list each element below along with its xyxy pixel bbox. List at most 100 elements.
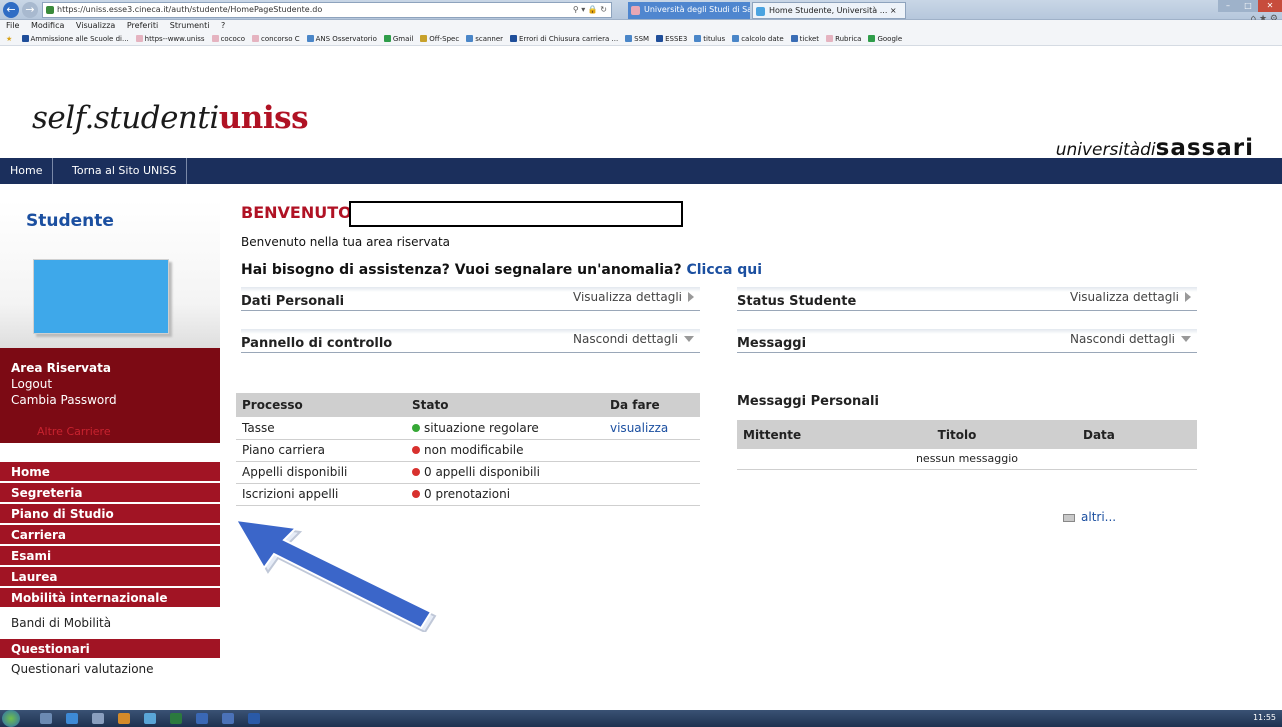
taskbar-app-icon[interactable] xyxy=(144,713,156,724)
favorite-item[interactable]: Off-Spec xyxy=(420,32,460,45)
sidebar-item-questionari-valutazione[interactable]: Questionari valutazione xyxy=(0,660,220,680)
section-title: Pannello di controllo xyxy=(241,336,393,351)
favorite-item[interactable]: concorso C xyxy=(251,32,300,45)
favorite-item[interactable]: https--www.uniss xyxy=(135,32,205,45)
status-studente-toggle[interactable]: Visualizza dettagli xyxy=(1070,290,1191,304)
favorite-icon xyxy=(868,35,876,42)
menu-help[interactable]: ? xyxy=(221,21,225,30)
sidebar-item-home[interactable]: Home xyxy=(0,462,220,483)
taskbar-app-icon[interactable] xyxy=(118,713,130,724)
arrow-down-icon xyxy=(684,336,694,342)
sidebar-item-questionari[interactable]: Questionari xyxy=(0,639,220,660)
menu-file[interactable]: File xyxy=(6,21,19,30)
favorite-item[interactable]: ESSE3 xyxy=(656,32,687,45)
cambia-password-link[interactable]: Cambia Password xyxy=(11,392,220,408)
minimize-icon[interactable]: – xyxy=(1218,0,1238,12)
taskbar-ie-icon[interactable] xyxy=(66,713,78,724)
menu-strumenti[interactable]: Strumenti xyxy=(170,21,210,30)
taskbar-app-icon[interactable] xyxy=(92,713,104,724)
col-titolo: Titolo xyxy=(867,420,1047,449)
menu-visualizza[interactable]: Visualizza xyxy=(76,21,115,30)
favorite-item[interactable]: ANS Osservatorio xyxy=(306,32,377,45)
back-button[interactable]: ← xyxy=(3,2,19,18)
taskbar-app-icon[interactable] xyxy=(196,713,208,724)
sidebar-item-laurea[interactable]: Laurea xyxy=(0,567,220,588)
sidebar-item-mobilita[interactable]: Mobilità internazionale xyxy=(0,588,220,609)
student-photo xyxy=(33,259,169,334)
favorite-label: Rubrica xyxy=(835,35,862,43)
favorite-item[interactable]: calcolo date xyxy=(732,32,784,45)
menu-preferiti[interactable]: Preferiti xyxy=(127,21,158,30)
sidebar-item-bandi[interactable]: Bandi di Mobilità xyxy=(0,609,220,639)
favorites-bar: ★ Ammissione alle Scuole di... https--www… xyxy=(0,32,1282,46)
welcome-subtitle: Benvenuto nella tua area riservata xyxy=(241,235,451,249)
favorite-item[interactable]: Google xyxy=(868,32,902,45)
favorite-icon xyxy=(251,35,259,42)
sidebar-item-carriera[interactable]: Carriera xyxy=(0,525,220,546)
status-red-icon xyxy=(412,468,420,476)
maximize-icon[interactable]: □ xyxy=(1238,0,1258,12)
favorite-item[interactable]: Errori di Chiusura carriera ... xyxy=(510,32,619,45)
forward-button[interactable]: → xyxy=(22,2,38,18)
tab-universita[interactable]: Università degli Studi di Sassari xyxy=(628,2,750,19)
sidebar-item-segreteria[interactable]: Segreteria xyxy=(0,483,220,504)
favorite-label: Off-Spec xyxy=(429,35,460,43)
favorite-icon xyxy=(211,35,219,42)
visualizza-link[interactable]: visualizza xyxy=(610,421,668,435)
taskbar-app-icon[interactable] xyxy=(40,713,52,724)
table-row: Piano carriera non modificabile xyxy=(236,439,700,462)
close-icon[interactable]: ✕ xyxy=(1258,0,1282,12)
favorite-item[interactable]: cococo xyxy=(211,32,245,45)
univ-italic: universitàdi xyxy=(1055,140,1156,160)
status-text: non modificabile xyxy=(424,443,524,457)
cell-da-fare xyxy=(604,439,700,462)
cell-stato: 0 prenotazioni xyxy=(406,483,604,506)
taskbar-excel-icon[interactable] xyxy=(170,713,182,724)
favorite-icon xyxy=(790,35,798,42)
favorite-item[interactable]: Rubrica xyxy=(826,32,862,45)
search-refresh-icons[interactable]: ⚲ ▾ 🔒 ↻ xyxy=(573,3,607,17)
address-bar[interactable]: https://uniss.esse3.cineca.it/auth/stude… xyxy=(42,2,612,18)
cell-stato: situazione regolare xyxy=(406,417,604,440)
dati-personali-toggle[interactable]: Visualizza dettagli xyxy=(573,290,694,304)
cell-stato: non modificabile xyxy=(406,439,604,462)
sidebar-item-piano-di-studio[interactable]: Piano di Studio xyxy=(0,504,220,525)
status-text: situazione regolare xyxy=(424,420,539,435)
sidebar-title: Studente xyxy=(26,211,114,231)
taskbar-word-icon[interactable] xyxy=(248,713,260,724)
section-status-studente: Status Studente Visualizza dettagli xyxy=(737,287,1197,311)
nav-home-link[interactable]: Home xyxy=(0,158,54,184)
site-logo[interactable]: self.studentiuniss xyxy=(32,100,309,136)
altre-carriere-link[interactable]: Altre Carriere xyxy=(37,425,111,438)
help-link[interactable]: Clicca qui xyxy=(686,262,762,278)
altri-link[interactable]: altri... xyxy=(1063,510,1116,524)
favorite-item[interactable]: titulus xyxy=(694,32,726,45)
menu-modifica[interactable]: Modifica xyxy=(31,21,64,30)
nav-torna-link[interactable]: Torna al Sito UNISS xyxy=(62,158,188,184)
taskbar-calendar-icon[interactable] xyxy=(222,713,234,724)
favorite-icon xyxy=(826,35,834,42)
favorite-label: ticket xyxy=(799,35,820,43)
favorite-item[interactable]: SSM xyxy=(625,32,649,45)
sidebar-item-esami[interactable]: Esami xyxy=(0,546,220,567)
status-green-icon xyxy=(412,423,420,432)
tab-home-studente[interactable]: Home Studente, Università ... × xyxy=(752,2,906,19)
favorite-item[interactable]: scanner xyxy=(466,32,503,45)
favorite-label: titulus xyxy=(703,35,726,43)
messaggi-toggle[interactable]: Nascondi dettagli xyxy=(1070,332,1191,346)
favorite-item[interactable]: Ammissione alle Scuole di... xyxy=(21,32,129,45)
envelope-icon xyxy=(1063,514,1075,522)
favorite-label: Errori di Chiusura carriera ... xyxy=(519,35,619,43)
redacted-name-box xyxy=(349,201,683,227)
logout-link[interactable]: Logout xyxy=(11,376,220,392)
favorite-item[interactable]: ticket xyxy=(790,32,820,45)
pannello-toggle[interactable]: Nascondi dettagli xyxy=(573,332,694,346)
table-row: Appelli disponibili 0 appelli disponibil… xyxy=(236,461,700,484)
arrow-right-icon xyxy=(1185,292,1191,302)
ie-favicon-icon xyxy=(756,7,765,16)
cell-processo: Iscrizioni appelli xyxy=(236,483,406,506)
favorites-star-icon[interactable]: ★ xyxy=(6,32,12,45)
start-button-icon[interactable] xyxy=(2,710,20,727)
favorite-item[interactable]: Gmail xyxy=(383,32,413,45)
altri-label: altri... xyxy=(1081,510,1117,524)
